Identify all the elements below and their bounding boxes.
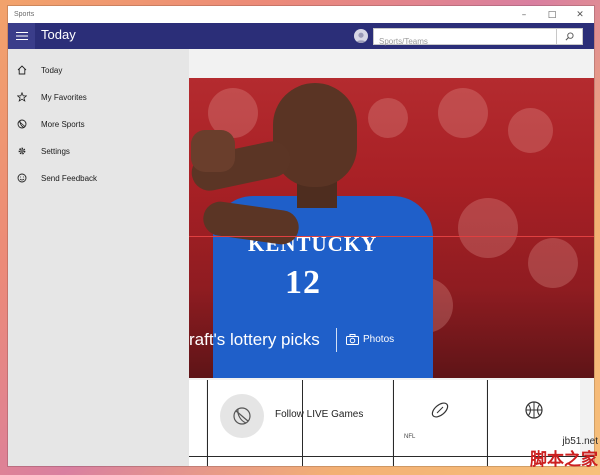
search-box <box>373 28 557 49</box>
search-button[interactable] <box>557 28 583 45</box>
follow-icon-circle <box>220 394 264 438</box>
nav-label: Today <box>41 65 63 75</box>
nav-label: My Favorites <box>41 92 87 102</box>
watermark-cn: 脚本之家 <box>530 450 598 470</box>
tiles-divider <box>302 380 303 466</box>
follow-live-games-label: Follow LIVE Games <box>275 409 364 420</box>
minimize-button[interactable]: – <box>510 6 538 23</box>
sports-app-window: Sports – □ ✕ Today Sports/Teams KENTUCKY… <box>8 6 594 466</box>
nav-item-send-feedback[interactable]: Send Feedback <box>8 165 189 191</box>
home-icon <box>17 65 27 75</box>
photos-label: Photos <box>363 334 395 345</box>
smiley-icon <box>17 173 27 183</box>
crowd-blur <box>458 198 518 258</box>
basketball-icon <box>525 401 543 419</box>
nav-item-more-sports[interactable]: More Sports <box>8 111 189 137</box>
nav-item-my-favorites[interactable]: My Favorites <box>8 84 189 110</box>
player-fist <box>191 130 235 172</box>
search-icon <box>565 32 574 41</box>
gear-icon <box>18 147 26 155</box>
follow-live-games-tile[interactable]: Follow LIVE Games <box>208 380 392 466</box>
sports-ball-icon <box>17 119 27 129</box>
window-title: Sports <box>14 11 35 18</box>
nav-item-settings[interactable]: Settings <box>8 138 189 164</box>
nav-label: More Sports <box>41 119 85 129</box>
nfl-label: NFL <box>404 434 416 440</box>
close-button[interactable]: ✕ <box>566 6 594 23</box>
nav-label: Settings <box>41 146 70 156</box>
hamburger-icon <box>15 32 28 40</box>
crowd-blur <box>438 88 488 138</box>
headline-divider <box>336 328 337 352</box>
page-title: Today <box>41 27 76 42</box>
tiles-divider <box>207 380 208 466</box>
tiles-divider <box>487 380 488 466</box>
crowd-blur <box>508 108 553 153</box>
camera-icon <box>346 334 359 345</box>
nav-item-today[interactable]: Today <box>8 57 189 83</box>
user-icon <box>356 32 366 43</box>
nav-label: Send Feedback <box>41 173 98 183</box>
search-input[interactable] <box>374 34 556 49</box>
title-bar: Sports – □ ✕ <box>8 6 594 23</box>
navigation-pane: Today My Favorites More Sports Settings … <box>8 49 189 466</box>
tiles-divider <box>393 380 394 466</box>
photos-link[interactable]: Photos <box>346 334 394 345</box>
maximize-button[interactable]: □ <box>538 6 566 23</box>
football-icon <box>431 402 449 418</box>
star-icon <box>17 92 27 102</box>
hamburger-menu-button[interactable] <box>8 23 35 49</box>
app-header: Today <box>8 23 594 49</box>
site-watermark: jb51.net 脚本之家 <box>502 436 598 470</box>
basketball-icon <box>233 407 251 425</box>
crowd-blur <box>528 238 578 288</box>
crowd-blur <box>368 98 408 138</box>
user-avatar[interactable] <box>354 29 368 43</box>
nfl-tile[interactable]: NFL <box>394 380 486 466</box>
hero-headline[interactable]: raft's lottery picks <box>189 330 320 350</box>
jersey-number: 12 <box>285 264 321 301</box>
